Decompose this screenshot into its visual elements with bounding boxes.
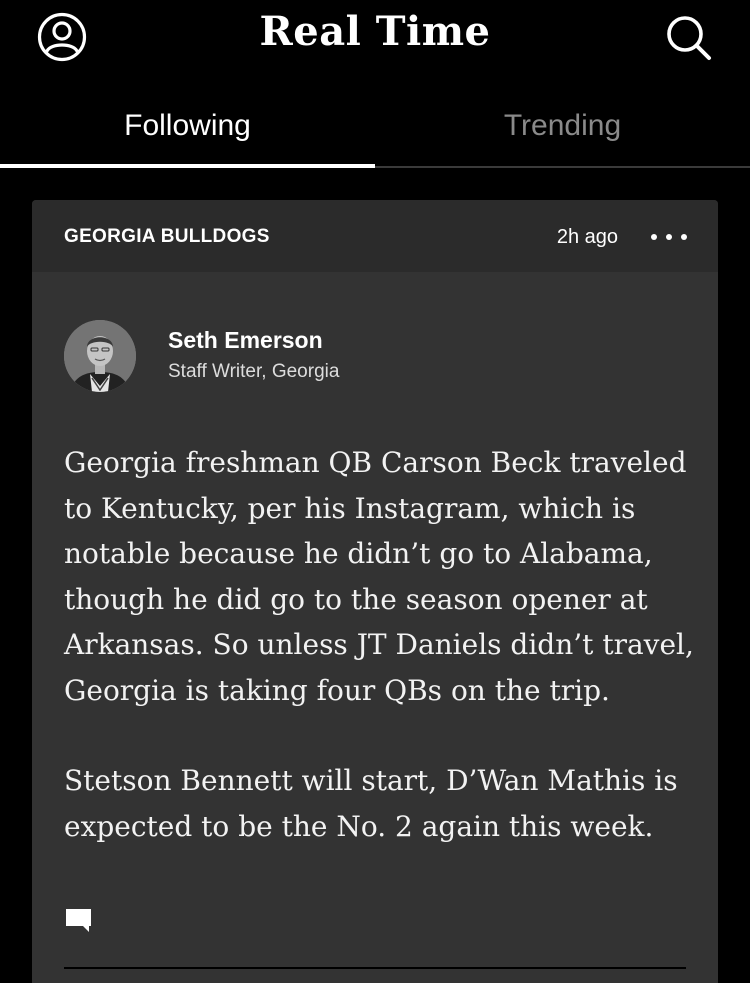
team-label[interactable]: GEORGIA BULLDOGS <box>64 226 270 248</box>
comment-icon <box>66 909 91 932</box>
post-card-header: GEORGIA BULLDOGS 2h ago <box>32 200 718 272</box>
author-avatar[interactable] <box>64 320 136 392</box>
more-dots-icon <box>651 234 687 240</box>
feed-tabs: Following Trending <box>0 90 750 168</box>
post-card: GEORGIA BULLDOGS 2h ago Seth Emerson Sta… <box>32 200 718 983</box>
tab-trending[interactable]: Trending <box>375 90 750 166</box>
author-name[interactable]: Seth Emerson <box>168 327 323 354</box>
search-icon <box>667 16 711 60</box>
comment-button[interactable] <box>65 906 93 934</box>
post-timestamp: 2h ago <box>556 226 618 248</box>
post-paragraph: Georgia freshman QB Carson Beck traveled… <box>64 446 694 707</box>
post-paragraph: Stetson Bennett will start, D’Wan Mathis… <box>64 764 678 843</box>
card-divider <box>64 967 686 969</box>
search-button[interactable] <box>664 13 714 63</box>
author-role: Staff Writer, Georgia <box>168 361 340 382</box>
top-bar: Real Time <box>0 0 750 80</box>
app-title: Real Time <box>259 8 491 55</box>
post-body: Georgia freshman QB Carson Beck traveled… <box>64 440 704 894</box>
tab-following[interactable]: Following <box>0 90 375 168</box>
more-options-button[interactable] <box>644 226 694 248</box>
author-photo <box>64 320 136 392</box>
